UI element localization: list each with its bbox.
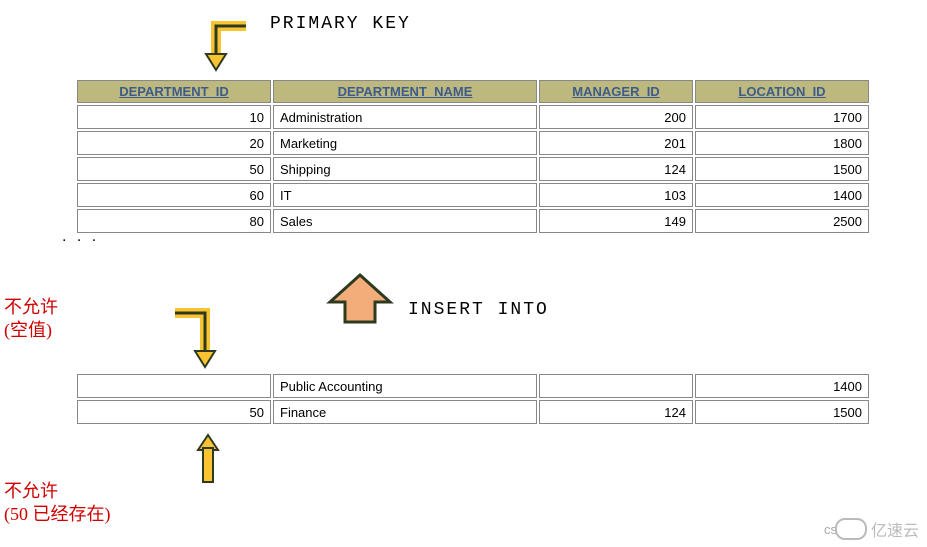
cell-dept-name: IT: [273, 183, 537, 207]
not-allowed-null-label: 不允许 (空值): [4, 296, 58, 343]
cell-dept-id: 60: [77, 183, 271, 207]
cell-loc: 1500: [695, 400, 869, 424]
insert-into-arrow-icon: [325, 272, 395, 332]
table-row: 20 Marketing 201 1800: [77, 131, 869, 155]
cell-mgr: 103: [539, 183, 693, 207]
cell-mgr: 124: [539, 400, 693, 424]
cell-dept-id: 20: [77, 131, 271, 155]
cell-dept-id: [77, 374, 271, 398]
cell-loc: 1500: [695, 157, 869, 181]
insert-into-label: INSERT INTO: [408, 300, 549, 320]
watermark-text: 亿速云: [871, 517, 919, 541]
table-row: 50 Shipping 124 1500: [77, 157, 869, 181]
cell-mgr: 149: [539, 209, 693, 233]
cell-mgr: 200: [539, 105, 693, 129]
col-location-id: LOCATION_ID: [695, 80, 869, 103]
cell-loc: 1700: [695, 105, 869, 129]
cell-mgr: 124: [539, 157, 693, 181]
col-department-id: DEPARTMENT_ID: [77, 80, 271, 103]
cell-loc: 2500: [695, 209, 869, 233]
not-allowed-dup-label: 不允许 (50 已经存在): [4, 480, 111, 527]
watermark: 亿速云: [835, 517, 919, 541]
cell-dept-name: Sales: [273, 209, 537, 233]
cell-dept-id: 50: [77, 157, 271, 181]
arrow-to-pk-icon: [196, 18, 256, 78]
cell-mgr: 201: [539, 131, 693, 155]
table-row: 80 Sales 149 2500: [77, 209, 869, 233]
not-allowed-null-l2: (空值): [4, 320, 52, 340]
col-manager-id: MANAGER_ID: [539, 80, 693, 103]
cell-loc: 1400: [695, 374, 869, 398]
cell-mgr: [539, 374, 693, 398]
cell-dept-name: Public Accounting: [273, 374, 537, 398]
table-header-row: DEPARTMENT_ID DEPARTMENT_NAME MANAGER_ID…: [77, 80, 869, 103]
primary-key-label: PRIMARY KEY: [270, 14, 411, 34]
cloud-icon: [835, 518, 867, 540]
table-row: 60 IT 103 1400: [77, 183, 869, 207]
cell-dept-name: Administration: [273, 105, 537, 129]
arrow-to-dup-icon: [193, 432, 223, 487]
cell-dept-id: 10: [77, 105, 271, 129]
cell-dept-name: Marketing: [273, 131, 537, 155]
departments-table: DEPARTMENT_ID DEPARTMENT_NAME MANAGER_ID…: [75, 78, 871, 235]
not-allowed-dup-l1: 不允许: [4, 481, 58, 501]
arrow-to-null-icon: [170, 305, 230, 375]
not-allowed-null-l1: 不允许: [4, 297, 58, 317]
table-row: 10 Administration 200 1700: [77, 105, 869, 129]
cell-dept-id: 80: [77, 209, 271, 233]
table-row: 50 Finance 124 1500: [77, 400, 869, 424]
cell-dept-id: 50: [77, 400, 271, 424]
not-allowed-dup-l2: (50 已经存在): [4, 504, 111, 524]
ellipsis-label: . . .: [62, 228, 99, 246]
table-row: Public Accounting 1400: [77, 374, 869, 398]
cell-dept-name: Shipping: [273, 157, 537, 181]
insert-rows-table: Public Accounting 1400 50 Finance 124 15…: [75, 372, 871, 426]
cell-dept-name: Finance: [273, 400, 537, 424]
cell-loc: 1800: [695, 131, 869, 155]
cell-loc: 1400: [695, 183, 869, 207]
col-department-name: DEPARTMENT_NAME: [273, 80, 537, 103]
